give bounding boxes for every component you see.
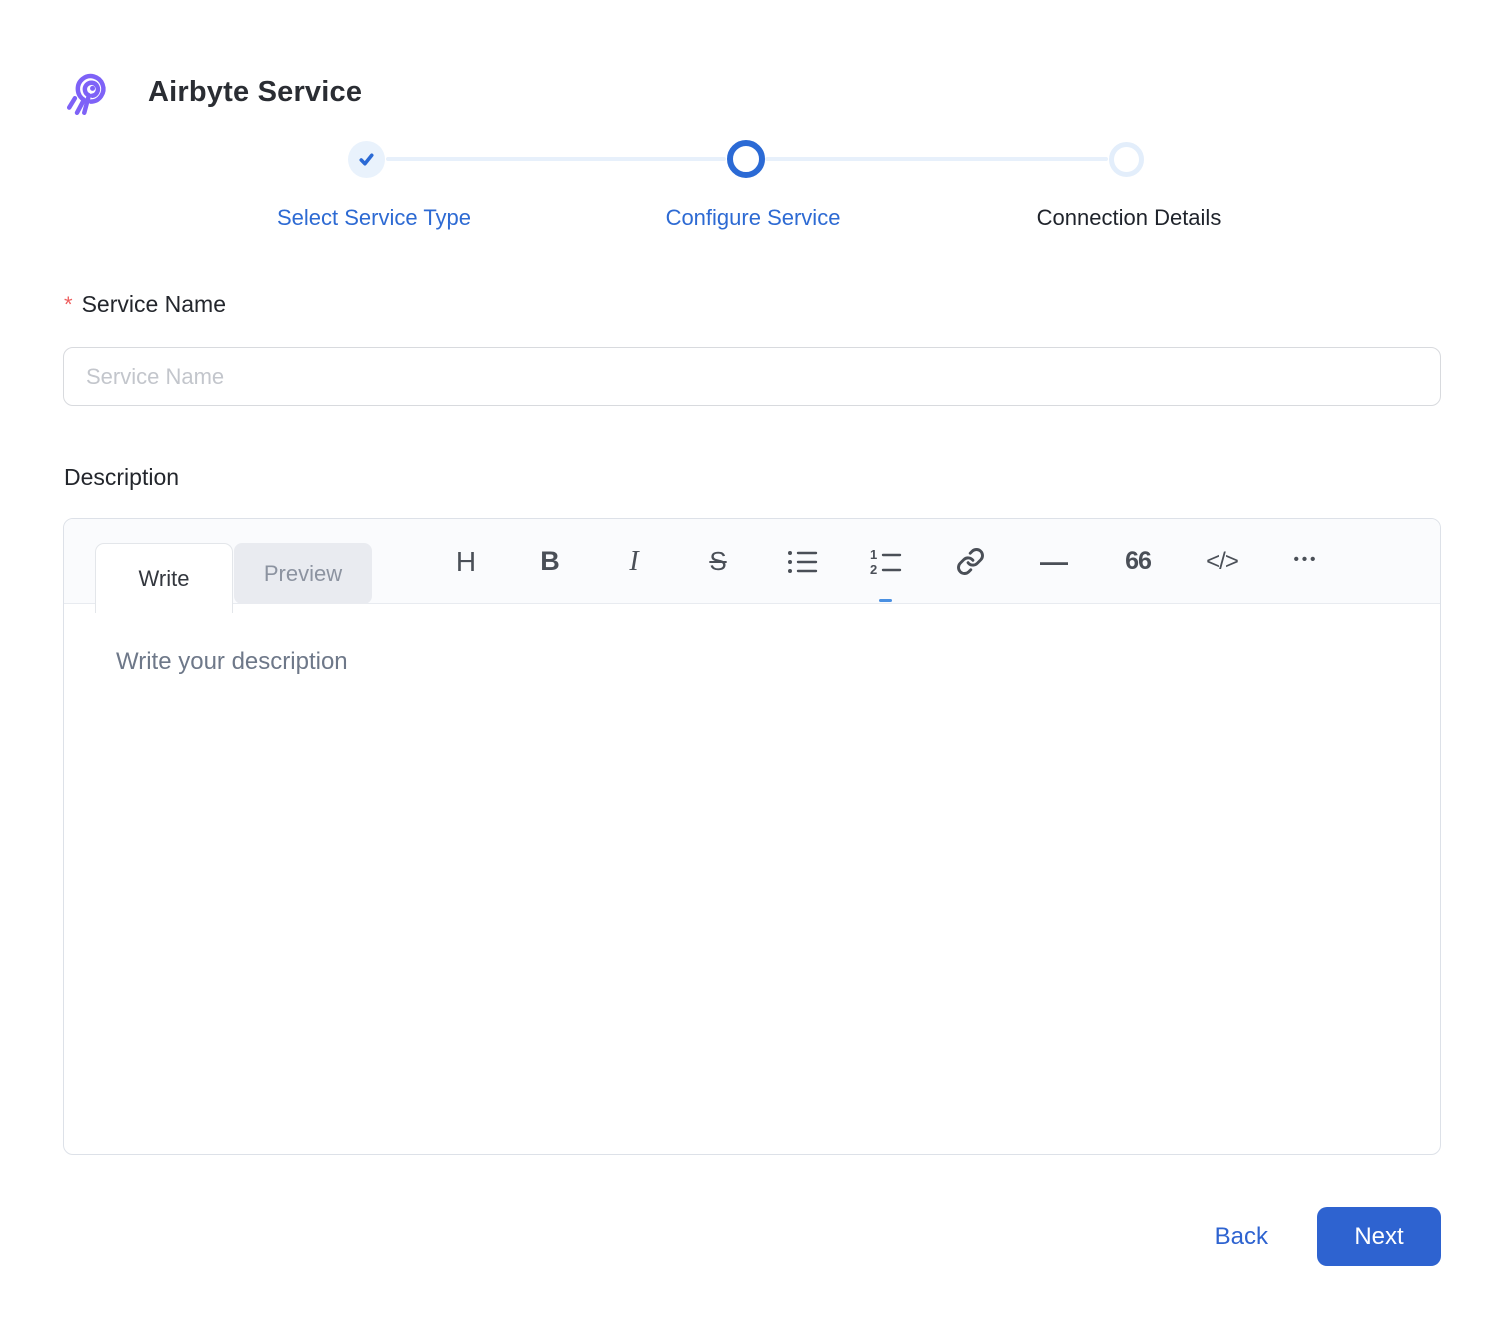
service-name-input[interactable] [63, 347, 1441, 406]
horizontal-rule-icon[interactable]: — [1030, 534, 1078, 590]
svg-text:2: 2 [870, 562, 877, 576]
description-label: Description [64, 464, 180, 490]
tab-write[interactable]: Write [95, 543, 233, 613]
link-icon[interactable] [946, 534, 994, 590]
stepper-step-2-marker[interactable] [727, 140, 765, 178]
required-asterisk: * [64, 292, 73, 317]
quote-icon[interactable]: 66 [1114, 534, 1162, 590]
page-title: Airbyte Service [148, 75, 363, 108]
strikethrough-icon[interactable]: S [694, 534, 742, 590]
wizard-actions: Back Next [1215, 1207, 1441, 1266]
description-textarea[interactable] [64, 605, 1440, 1153]
page-header: Airbyte Service [64, 66, 362, 118]
service-name-label-text: Service Name [81, 291, 226, 317]
svg-text:1: 1 [870, 548, 877, 562]
unordered-list-icon[interactable] [778, 534, 826, 590]
ordered-list-icon[interactable]: 1 2 [862, 534, 910, 590]
stepper-connector-1 [386, 157, 726, 161]
italic-icon[interactable]: I [610, 534, 658, 590]
airbyte-service-page: Airbyte Service Select Service Type Conf… [0, 0, 1506, 1334]
stepper-step-3-label[interactable]: Connection Details [1037, 205, 1222, 231]
more-icon[interactable]: ••• [1282, 534, 1330, 590]
editor-toolbar: H B I S 1 2 — 66 </> ••• [442, 519, 1330, 604]
heading-icon[interactable]: H [442, 534, 490, 590]
stepper-step-2-label[interactable]: Configure Service [666, 205, 841, 231]
tab-preview[interactable]: Preview [234, 543, 372, 604]
ordered-list-active-indicator [879, 599, 892, 602]
stepper-step-1-marker[interactable] [348, 141, 385, 178]
stepper-step-3-marker[interactable] [1109, 142, 1144, 177]
description-editor: Write Preview H B I S 1 2 — 66 </> ••• W… [63, 518, 1441, 1155]
service-name-label: * Service Name [64, 291, 226, 318]
bold-icon[interactable]: B [526, 534, 574, 590]
check-icon [359, 153, 374, 166]
editor-toolbar-bar: Write Preview H B I S 1 2 — 66 </> ••• [64, 519, 1440, 613]
editor-tabs: Write Preview [95, 543, 372, 613]
airbyte-logo-icon [66, 73, 106, 116]
stepper-connector-2 [765, 157, 1108, 161]
code-icon[interactable]: </> [1198, 534, 1246, 590]
back-button[interactable]: Back [1215, 1223, 1268, 1251]
next-button[interactable]: Next [1317, 1207, 1441, 1266]
stepper-step-1-label[interactable]: Select Service Type [277, 205, 471, 231]
